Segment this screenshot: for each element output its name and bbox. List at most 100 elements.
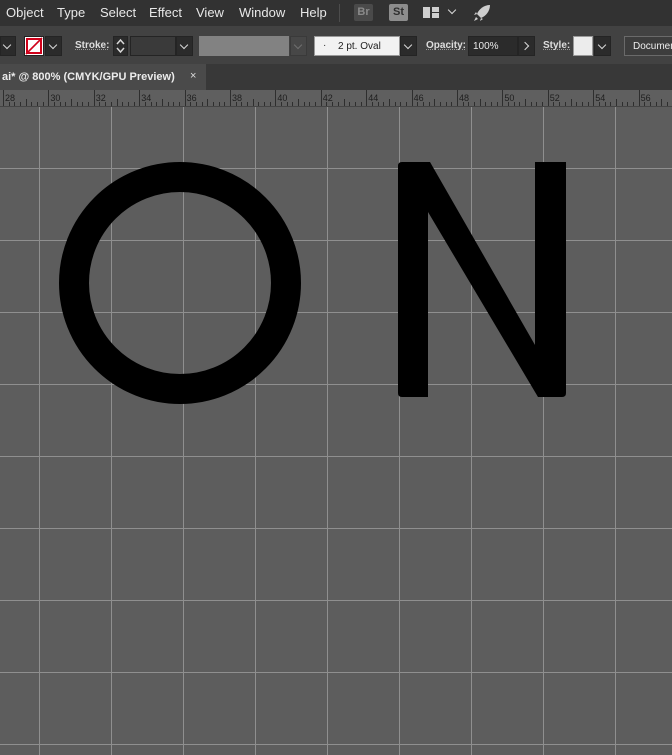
letter-o-shape[interactable] — [59, 162, 301, 404]
ruler-major-tick — [3, 90, 4, 106]
chevron-down-icon — [2, 40, 12, 50]
ruler-minor-tick — [354, 102, 356, 106]
stepper-arrows-icon — [116, 38, 125, 54]
ruler-major-tick — [502, 90, 504, 106]
ruler-minor-tick — [649, 102, 651, 106]
ruler-minor-tick — [615, 99, 617, 106]
ruler-minor-tick — [247, 102, 249, 106]
style-dropdown[interactable] — [594, 36, 611, 56]
ruler-minor-tick — [462, 102, 464, 106]
style-swatch[interactable] — [573, 36, 593, 56]
fill-dropdown[interactable] — [0, 36, 16, 56]
ruler-minor-tick — [82, 102, 84, 106]
opacity-input[interactable]: 100% — [468, 36, 518, 56]
ruler-minor-tick — [400, 102, 402, 106]
ruler-minor-tick — [474, 102, 476, 106]
ruler-minor-tick — [388, 99, 390, 106]
document-tab-bar: ai* @ 800% (CMYK/GPU Preview) × — [0, 64, 672, 90]
ruler-minor-tick — [76, 102, 78, 106]
variable-width-profile[interactable] — [199, 36, 289, 56]
ruler-minor-tick — [428, 102, 430, 106]
brush-definition[interactable]: · 2 pt. Oval — [314, 36, 400, 56]
ruler-minor-tick — [161, 99, 163, 106]
letter-n-shape[interactable] — [398, 162, 566, 397]
ruler-minor-tick — [122, 102, 124, 106]
close-icon[interactable]: × — [190, 70, 196, 82]
ruler-minor-tick — [252, 99, 254, 106]
brush-dropdown[interactable] — [400, 36, 417, 56]
ruler-minor-tick — [405, 102, 407, 106]
ruler-major-tick — [411, 90, 413, 106]
ruler-minor-tick — [224, 102, 226, 106]
ruler-minor-tick — [666, 102, 668, 106]
horizontal-ruler[interactable]: 28 30 32 34 36 38 40 42 44 46 48 50 52 54 56 — [0, 90, 672, 107]
ruler-minor-tick — [661, 99, 663, 106]
ruler-minor-tick — [337, 102, 339, 106]
ruler-minor-tick — [553, 102, 555, 106]
ruler-minor-tick — [286, 102, 288, 106]
menu-view[interactable]: View — [196, 5, 224, 20]
document-setup-button[interactable]: Document — [624, 36, 672, 56]
ruler-minor-tick — [110, 102, 112, 106]
ruler-minor-tick — [445, 102, 447, 106]
stroke-weight-stepper[interactable] — [113, 36, 128, 56]
menu-window[interactable]: Window — [239, 5, 285, 20]
chevron-down-icon — [447, 5, 457, 15]
document-tab[interactable]: ai* @ 800% (CMYK/GPU Preview) × — [0, 64, 206, 90]
opacity-arrow[interactable] — [518, 36, 535, 56]
ruler-minor-tick — [54, 102, 56, 106]
ruler-minor-tick — [485, 102, 487, 106]
ruler-minor-tick — [371, 102, 373, 106]
menu-bar: Object Type Select Effect View Window He… — [0, 0, 672, 26]
workspace-switcher[interactable] — [422, 5, 458, 21]
ruler-minor-tick — [439, 102, 441, 106]
ruler-minor-tick — [496, 102, 498, 106]
ruler-minor-tick — [31, 102, 33, 106]
ruler-major-tick — [48, 90, 50, 106]
ruler-minor-tick — [570, 99, 572, 106]
ruler-minor-tick — [576, 102, 578, 106]
stroke-color-dropdown[interactable] — [45, 36, 62, 56]
rocket-icon[interactable] — [472, 3, 492, 23]
ruler-major-tick — [547, 90, 549, 106]
ruler-minor-tick — [479, 99, 481, 106]
menu-object[interactable]: Object — [6, 5, 44, 20]
menu-separator — [339, 4, 340, 22]
ruler-minor-tick — [212, 102, 214, 106]
menu-type[interactable]: Type — [57, 5, 85, 20]
opacity-label[interactable]: Opacity: — [426, 40, 466, 51]
menu-help[interactable]: Help — [300, 5, 327, 20]
brush-value: 2 pt. Oval — [338, 41, 381, 52]
stroke-label[interactable]: Stroke: — [75, 40, 109, 51]
artboard-canvas[interactable] — [0, 107, 672, 755]
ruler-minor-tick — [434, 99, 436, 106]
stroke-swatch[interactable] — [24, 36, 44, 56]
chevron-down-icon — [403, 40, 413, 50]
bridge-icon[interactable]: Br — [354, 4, 373, 21]
ruler-minor-tick — [644, 102, 646, 106]
ruler-minor-tick — [37, 102, 39, 106]
menu-select[interactable]: Select — [100, 5, 136, 20]
style-label[interactable]: Style: — [543, 40, 570, 51]
profile-dropdown[interactable] — [290, 36, 307, 56]
ruler-minor-tick — [195, 102, 197, 106]
menu-effect[interactable]: Effect — [149, 5, 182, 20]
stroke-weight-input[interactable] — [130, 36, 176, 56]
brush-dot-icon: · — [323, 40, 327, 51]
ruler-minor-tick — [173, 102, 175, 106]
ruler-minor-tick — [422, 102, 424, 106]
chevron-down-icon — [293, 40, 303, 50]
ruler-major-tick — [320, 90, 322, 106]
chevron-down-icon — [48, 40, 58, 50]
chevron-down-icon — [179, 40, 189, 50]
stroke-weight-dropdown[interactable] — [176, 36, 193, 56]
ruler-major-tick — [93, 90, 95, 106]
ruler-minor-tick — [133, 102, 135, 106]
ruler-minor-tick — [581, 102, 583, 106]
stock-icon[interactable]: St — [389, 4, 408, 21]
ruler-minor-tick — [525, 99, 527, 106]
ruler-minor-tick — [632, 102, 634, 106]
ruler-minor-tick — [207, 99, 209, 106]
ruler-minor-tick — [610, 102, 612, 106]
ruler-minor-tick — [303, 102, 305, 106]
